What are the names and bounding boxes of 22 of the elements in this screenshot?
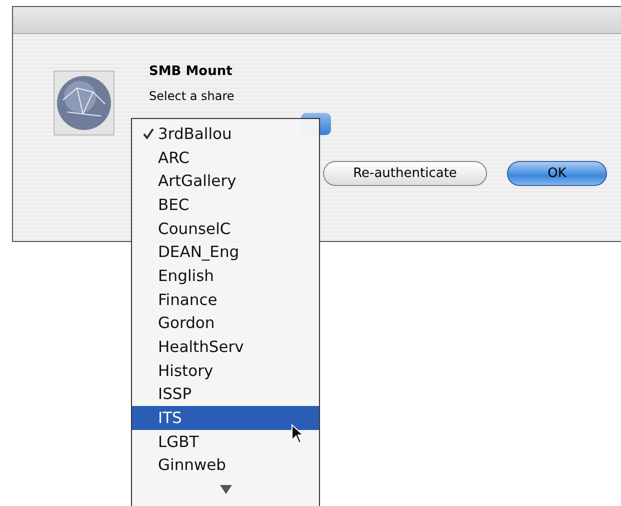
menu-item[interactable]: ArtGallery <box>132 169 319 194</box>
menu-item[interactable]: ITS <box>132 406 319 430</box>
dialog-prompt: Select a share <box>149 89 236 103</box>
dialog-title: SMB Mount <box>149 64 234 79</box>
network-globe-icon <box>53 70 115 136</box>
menu-item[interactable]: ARC <box>132 146 319 170</box>
menu-item[interactable]: DEAN_Eng <box>132 240 319 264</box>
menu-item[interactable]: Finance <box>132 288 319 312</box>
menu-item[interactable]: History <box>132 358 319 383</box>
menu-item[interactable]: CounselC <box>132 216 319 240</box>
menu-item[interactable]: Gordon <box>132 312 319 336</box>
menu-item[interactable]: 3rdBallou <box>132 122 319 146</box>
mouse-pointer-icon <box>291 424 305 444</box>
reauthenticate-button[interactable]: Re-authenticate <box>323 161 487 186</box>
menu-item[interactable]: BEC <box>132 193 319 217</box>
menu-item[interactable]: English <box>132 264 319 288</box>
menu-item[interactable]: LGBT <box>132 430 319 454</box>
menu-item[interactable]: Ginnweb <box>132 454 319 478</box>
menu-item[interactable]: HealthServ <box>132 335 319 359</box>
ok-button[interactable]: OK <box>507 161 607 186</box>
menu-item[interactable]: ISSP <box>132 382 319 406</box>
scroll-down-arrow-icon[interactable] <box>220 485 232 494</box>
